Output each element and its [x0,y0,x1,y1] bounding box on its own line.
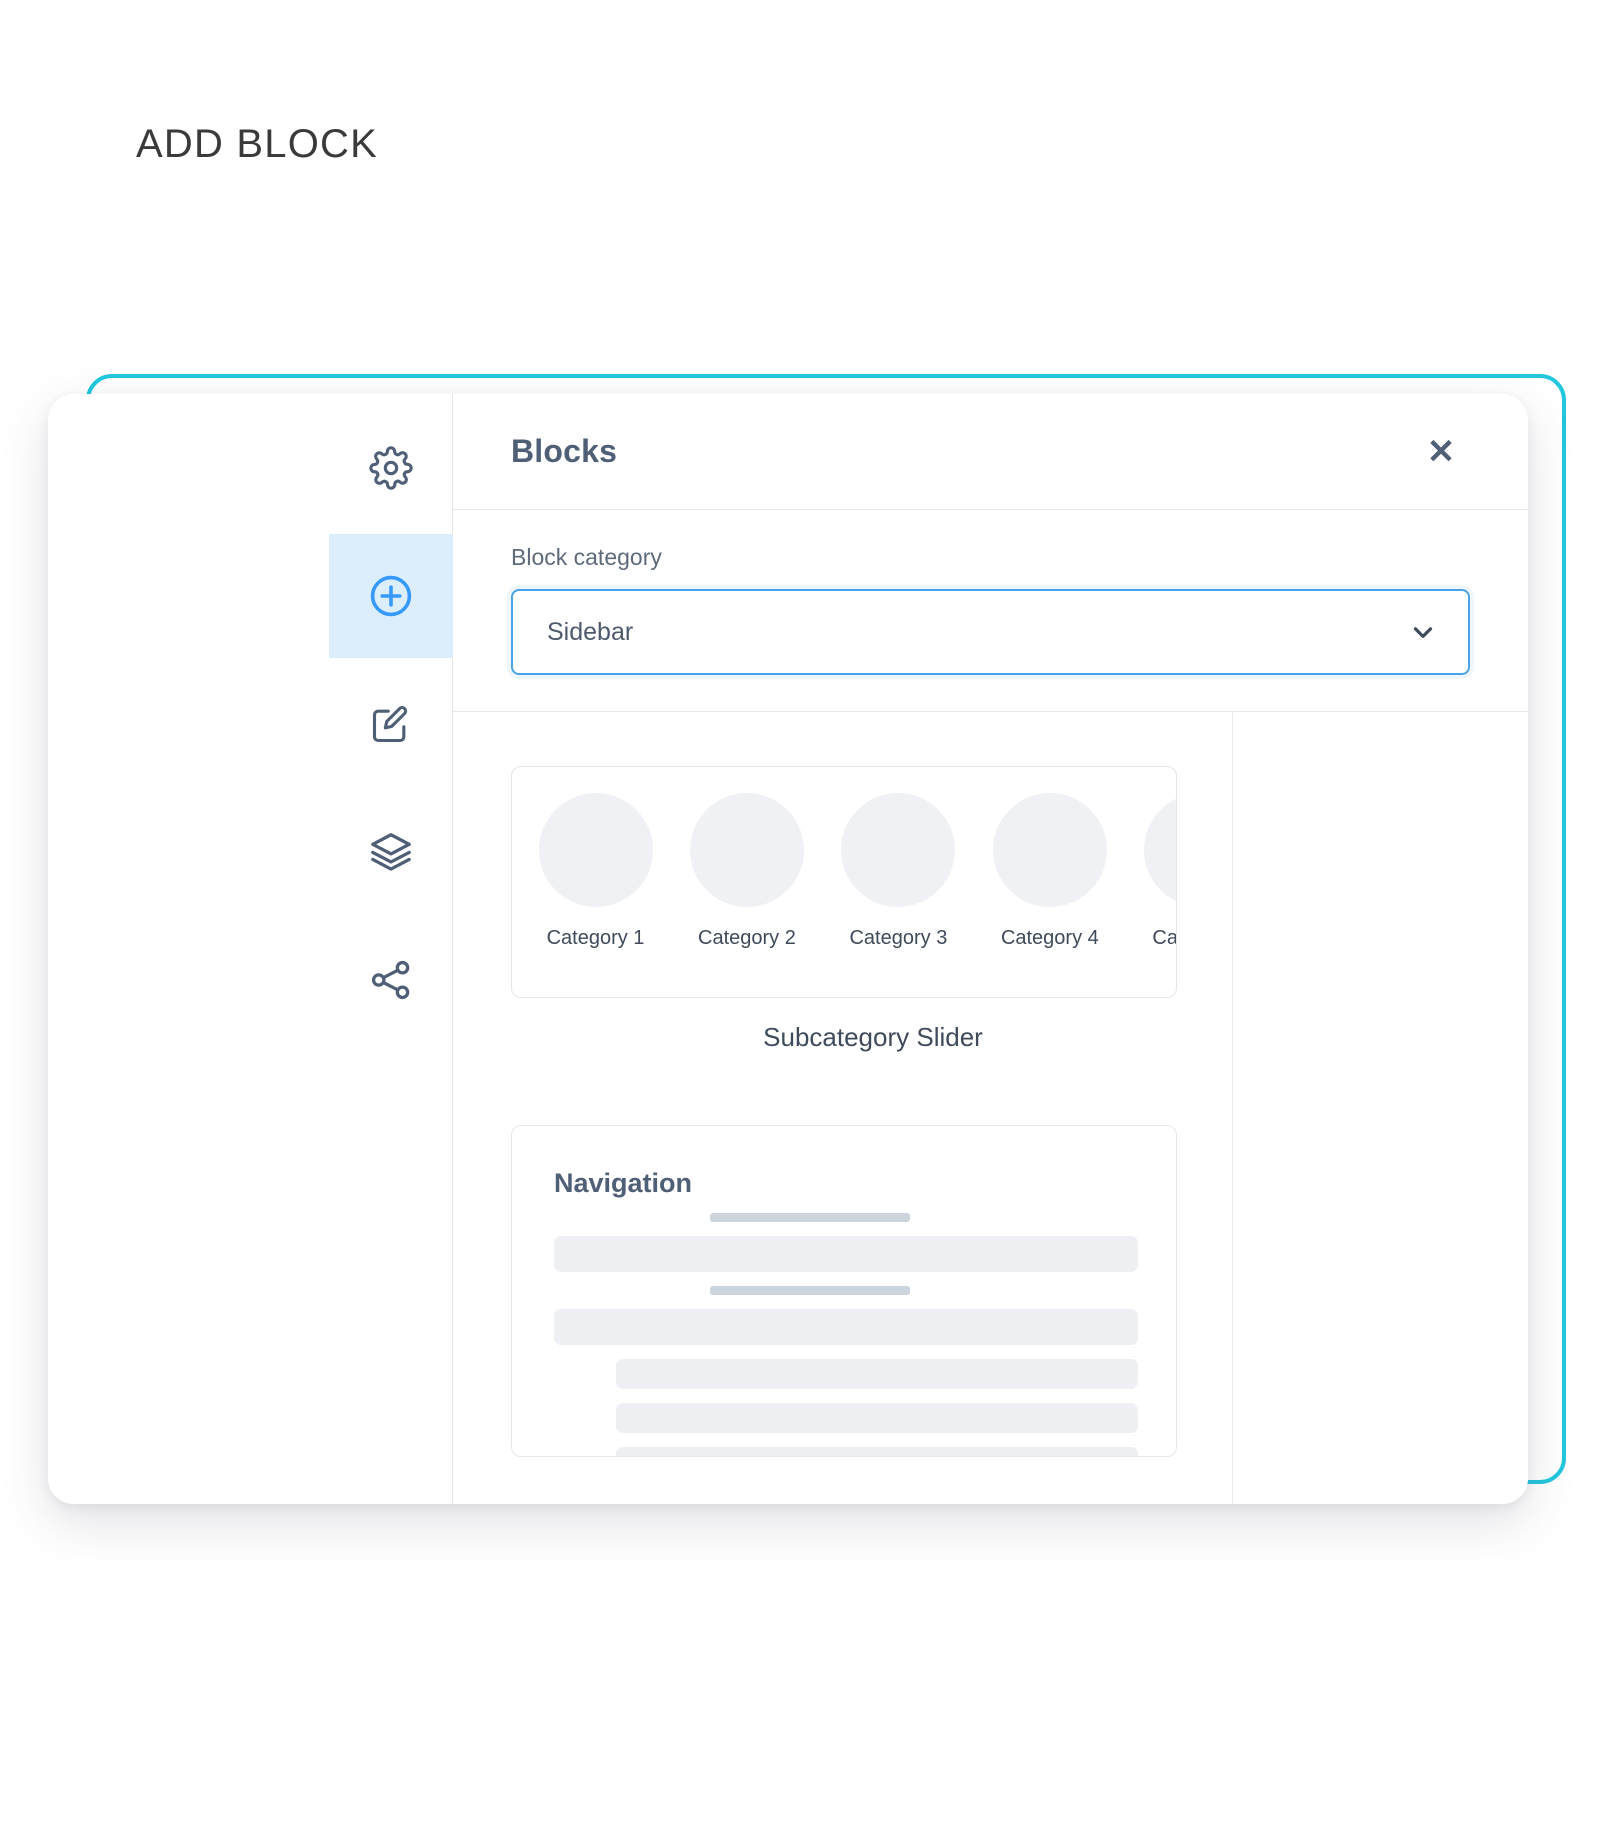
sidebar-item-edit[interactable] [329,662,453,786]
category-label: Category 4 [1000,927,1099,949]
skeleton-bar [554,1309,1138,1345]
block-caption: Subcategory Slider [763,1022,983,1052]
block-card-navigation[interactable]: Navigation [511,1125,1177,1457]
page-title: ADD BLOCK [136,122,378,166]
panel-header: Blocks ✕ [453,394,1528,510]
category-avatar [841,793,956,907]
category-label: Category 5 [1152,927,1176,949]
block-category-select[interactable]: Sidebar [511,589,1470,675]
block-card-subcategory-slider[interactable]: Category 1 Category 2 Category 3 Categor… [511,766,1177,998]
category-label: Category 2 [698,927,796,949]
list-item: Category 2 [673,793,820,950]
skeleton-line [710,1286,910,1295]
gear-icon [369,446,413,490]
navigation-preview: Navigation [512,1126,1176,1456]
category-avatar [689,793,804,907]
list-item: Category 3 [825,793,972,950]
blocks-list-scroll[interactable]: Category 1 Category 2 Category 3 Categor… [453,712,1528,1504]
sidebar-item-settings[interactable] [329,406,453,530]
sidebar-item-share[interactable] [329,918,453,1042]
list-item: Category 5 [1128,793,1176,950]
skeleton-line [710,1213,910,1222]
screenshot-root: ADD BLOCK Blocks ✕ Block category Sideba… [0,0,1600,1846]
list-item: Category 4 [976,793,1123,950]
navigation-heading: Navigation [554,1168,693,1198]
skeleton-bar [616,1403,1138,1433]
close-icon[interactable]: ✕ [1418,429,1464,475]
sidebar-item-add-block[interactable] [329,534,453,658]
sidebar-item-layers[interactable] [329,790,453,914]
category-label: Category 1 [546,927,645,949]
list-item: Category 1 [522,793,669,950]
block-card-navigation-wrap: Navigation [453,1125,1232,1457]
skeleton-bar [616,1447,1138,1456]
subcategory-slider-preview: Category 1 Category 2 Category 3 Categor… [512,767,1176,997]
block-category-section: Block category Sidebar [453,510,1528,712]
skeleton-bar [554,1236,1138,1272]
panel-title: Blocks [511,433,618,469]
category-avatar [1144,793,1176,907]
block-category-label: Block category [511,544,662,570]
app-window-card: Blocks ✕ Block category Sidebar Category… [48,394,1528,1504]
category-avatar [538,793,653,907]
category-label: Category 3 [849,927,948,949]
block-category-value: Sidebar [547,617,634,646]
layers-icon [368,829,414,875]
chevron-down-icon [1408,617,1438,647]
share-nodes-icon [368,957,414,1003]
skeleton-bar [616,1359,1138,1389]
edit-square-icon [369,702,413,746]
icon-rail [48,394,453,1504]
blocks-column: Category 1 Category 2 Category 3 Categor… [453,712,1233,1504]
category-avatar [992,793,1107,907]
blocks-panel: Blocks ✕ Block category Sidebar Category… [453,394,1528,1504]
plus-circle-icon [367,572,415,620]
